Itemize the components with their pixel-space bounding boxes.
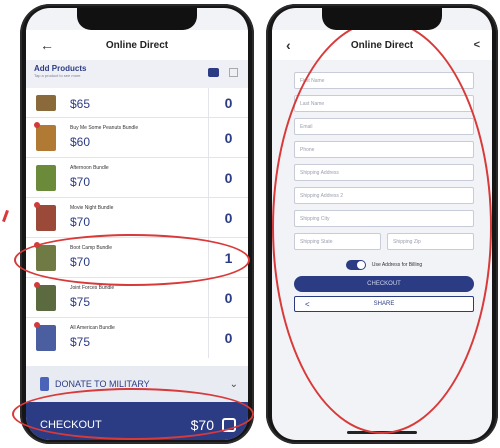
donate-label: DONATE TO MILITARY <box>55 379 150 389</box>
product-row[interactable]: Joint Forces Bundle $75 0 <box>26 278 248 318</box>
billing-toggle[interactable] <box>345 260 366 270</box>
shipping-zip-field[interactable]: Shipping Zip <box>387 233 474 250</box>
product-name: Buy Me Some Peanuts Bundle <box>70 125 139 131</box>
nav-title: Online Direct <box>105 39 169 51</box>
product-thumbnail <box>34 281 56 311</box>
product-price: $75 <box>70 335 91 349</box>
share-label: SHARE <box>373 301 395 307</box>
product-name: Boot Camp Bundle <box>70 245 112 251</box>
checkout-button[interactable]: CHECKOUT <box>294 276 474 292</box>
phone-field[interactable]: Phone <box>294 141 474 158</box>
product-list: $65 0 Buy Me Some Peanuts Bundle $60 0 A… <box>26 88 248 366</box>
product-row[interactable]: $65 0 <box>26 88 248 118</box>
nav-bar: ‹ Online Direct < <box>272 30 492 60</box>
first-name-field[interactable]: First Name <box>294 72 474 89</box>
add-products-header: Add Products Tap a product to see more <box>26 60 248 88</box>
product-thumbnail <box>34 241 56 271</box>
shipping-state-field[interactable]: Shipping State <box>294 233 381 250</box>
product-name: Movie Night Bundle <box>70 205 114 211</box>
product-qty[interactable]: 0 <box>208 198 248 237</box>
shipping-city-field[interactable]: Shipping City <box>294 210 474 227</box>
product-qty[interactable]: 0 <box>208 278 248 317</box>
email-field[interactable]: Email <box>294 118 474 135</box>
notch <box>322 8 442 30</box>
product-price: $60 <box>70 135 91 149</box>
badge-icon <box>34 201 40 208</box>
product-qty[interactable]: 0 <box>208 88 248 117</box>
badge-icon <box>34 241 40 248</box>
product-row[interactable]: Movie Night Bundle $70 0 <box>26 198 248 238</box>
product-row[interactable]: Buy Me Some Peanuts Bundle $60 0 <box>26 118 248 158</box>
product-row[interactable]: Afternoon Bundle $70 0 <box>26 158 248 198</box>
cart-total: $70 <box>190 417 214 433</box>
product-thumbnail <box>34 201 56 231</box>
billing-toggle-label: Use Address for Billing <box>371 262 423 268</box>
badge-icon <box>34 121 40 128</box>
shipping-address-field[interactable]: Shipping Address <box>294 164 474 181</box>
shipping-address2-field[interactable]: Shipping Address 2 <box>294 187 474 204</box>
nav-bar: ← Online Direct <box>26 30 248 60</box>
back-arrow-icon[interactable]: ‹ <box>286 37 291 53</box>
list-view-icon[interactable] <box>229 68 238 77</box>
product-row[interactable]: Boot Camp Bundle $70 1 <box>26 238 248 278</box>
annotation-mark <box>2 209 9 223</box>
product-row[interactable]: All American Bundle $75 0 <box>26 318 248 358</box>
left-phone: ← Online Direct Add Products Tap a produ… <box>20 4 254 444</box>
share-icon: < <box>305 299 310 309</box>
checkout-form: First Name Last Name Email Phone Shippin… <box>294 72 474 312</box>
product-price: $70 <box>70 255 91 269</box>
last-name-field[interactable]: Last Name <box>294 95 474 112</box>
product-thumbnail <box>34 322 56 351</box>
nav-title: Online Direct <box>350 39 414 51</box>
notch <box>77 8 197 30</box>
donate-row[interactable]: DONATE TO MILITARY ⌄ <box>26 366 248 402</box>
product-qty[interactable]: 1 <box>208 238 248 277</box>
product-price: $75 <box>70 295 91 309</box>
home-indicator <box>347 431 417 434</box>
chevron-down-icon[interactable]: ⌄ <box>230 379 238 390</box>
ribbon-icon <box>40 377 49 391</box>
checkout-bar[interactable]: CHECKOUT $70 <box>26 402 248 440</box>
product-thumbnail <box>34 121 56 151</box>
share-icon[interactable]: < <box>474 39 480 51</box>
billing-toggle-row: Use Address for Billing <box>294 260 474 270</box>
product-name: Joint Forces Bundle <box>70 285 115 291</box>
stage: ← Online Direct Add Products Tap a produ… <box>0 0 500 448</box>
product-qty[interactable]: 0 <box>208 318 248 358</box>
product-price: $70 <box>70 215 91 229</box>
checkout-label: CHECKOUT <box>40 419 102 431</box>
grid-view-icon[interactable] <box>208 68 219 77</box>
back-arrow-icon[interactable]: ← <box>40 37 54 53</box>
product-name: Afternoon Bundle <box>70 165 109 171</box>
right-screen: ‹ Online Direct < First Name Last Name E… <box>272 8 492 440</box>
left-screen: ← Online Direct Add Products Tap a produ… <box>26 8 248 440</box>
right-phone: ‹ Online Direct < First Name Last Name E… <box>266 4 498 444</box>
badge-icon <box>34 322 40 328</box>
product-qty[interactable]: 0 <box>208 118 248 157</box>
product-price: $70 <box>70 175 91 189</box>
product-thumbnail <box>36 94 56 111</box>
badge-icon <box>34 281 40 288</box>
product-thumbnail <box>36 164 56 191</box>
share-button[interactable]: < SHARE <box>294 296 474 312</box>
product-qty[interactable]: 0 <box>208 158 248 197</box>
cart-icon[interactable] <box>222 418 236 432</box>
product-price: $65 <box>70 97 91 111</box>
product-name: All American Bundle <box>70 325 115 331</box>
